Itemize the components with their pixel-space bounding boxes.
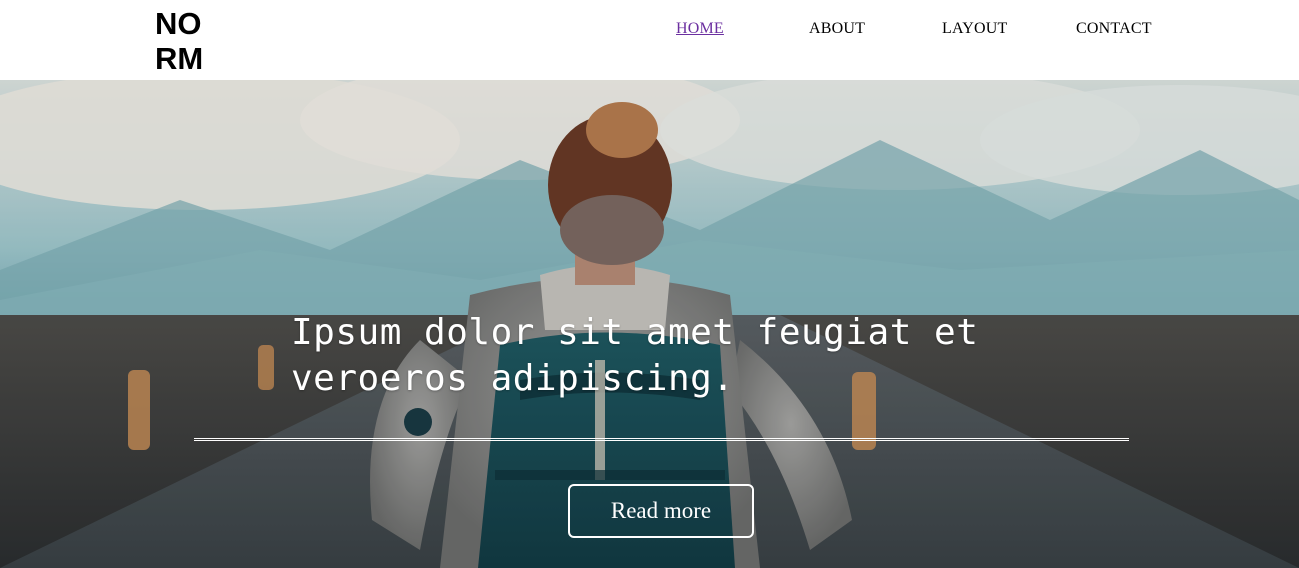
hero-headline: Ipsum dolor sit amet feugiat et veroeros… [291, 310, 1051, 402]
hero-banner: Ipsum dolor sit amet feugiat et veroeros… [0, 80, 1299, 568]
hero-headline-line-2: veroeros adipiscing. [291, 358, 735, 399]
hero-divider [194, 438, 1129, 441]
hero-headline-line-1: Ipsum dolor sit amet feugiat et [291, 312, 979, 353]
site-header: NO RM HOME ABOUT LAYOUT CONTACT [0, 0, 1299, 80]
nav-home-link[interactable]: HOME [676, 20, 724, 38]
read-more-button[interactable]: Read more [568, 484, 754, 538]
nav-layout-link[interactable]: LAYOUT [942, 20, 1008, 38]
logo-line-1: NO [155, 6, 202, 41]
nav-contact-link[interactable]: CONTACT [1076, 20, 1152, 38]
site-logo[interactable]: NO RM [155, 6, 215, 76]
nav-about-link[interactable]: ABOUT [809, 20, 865, 38]
logo-line-2: RM [155, 41, 204, 76]
